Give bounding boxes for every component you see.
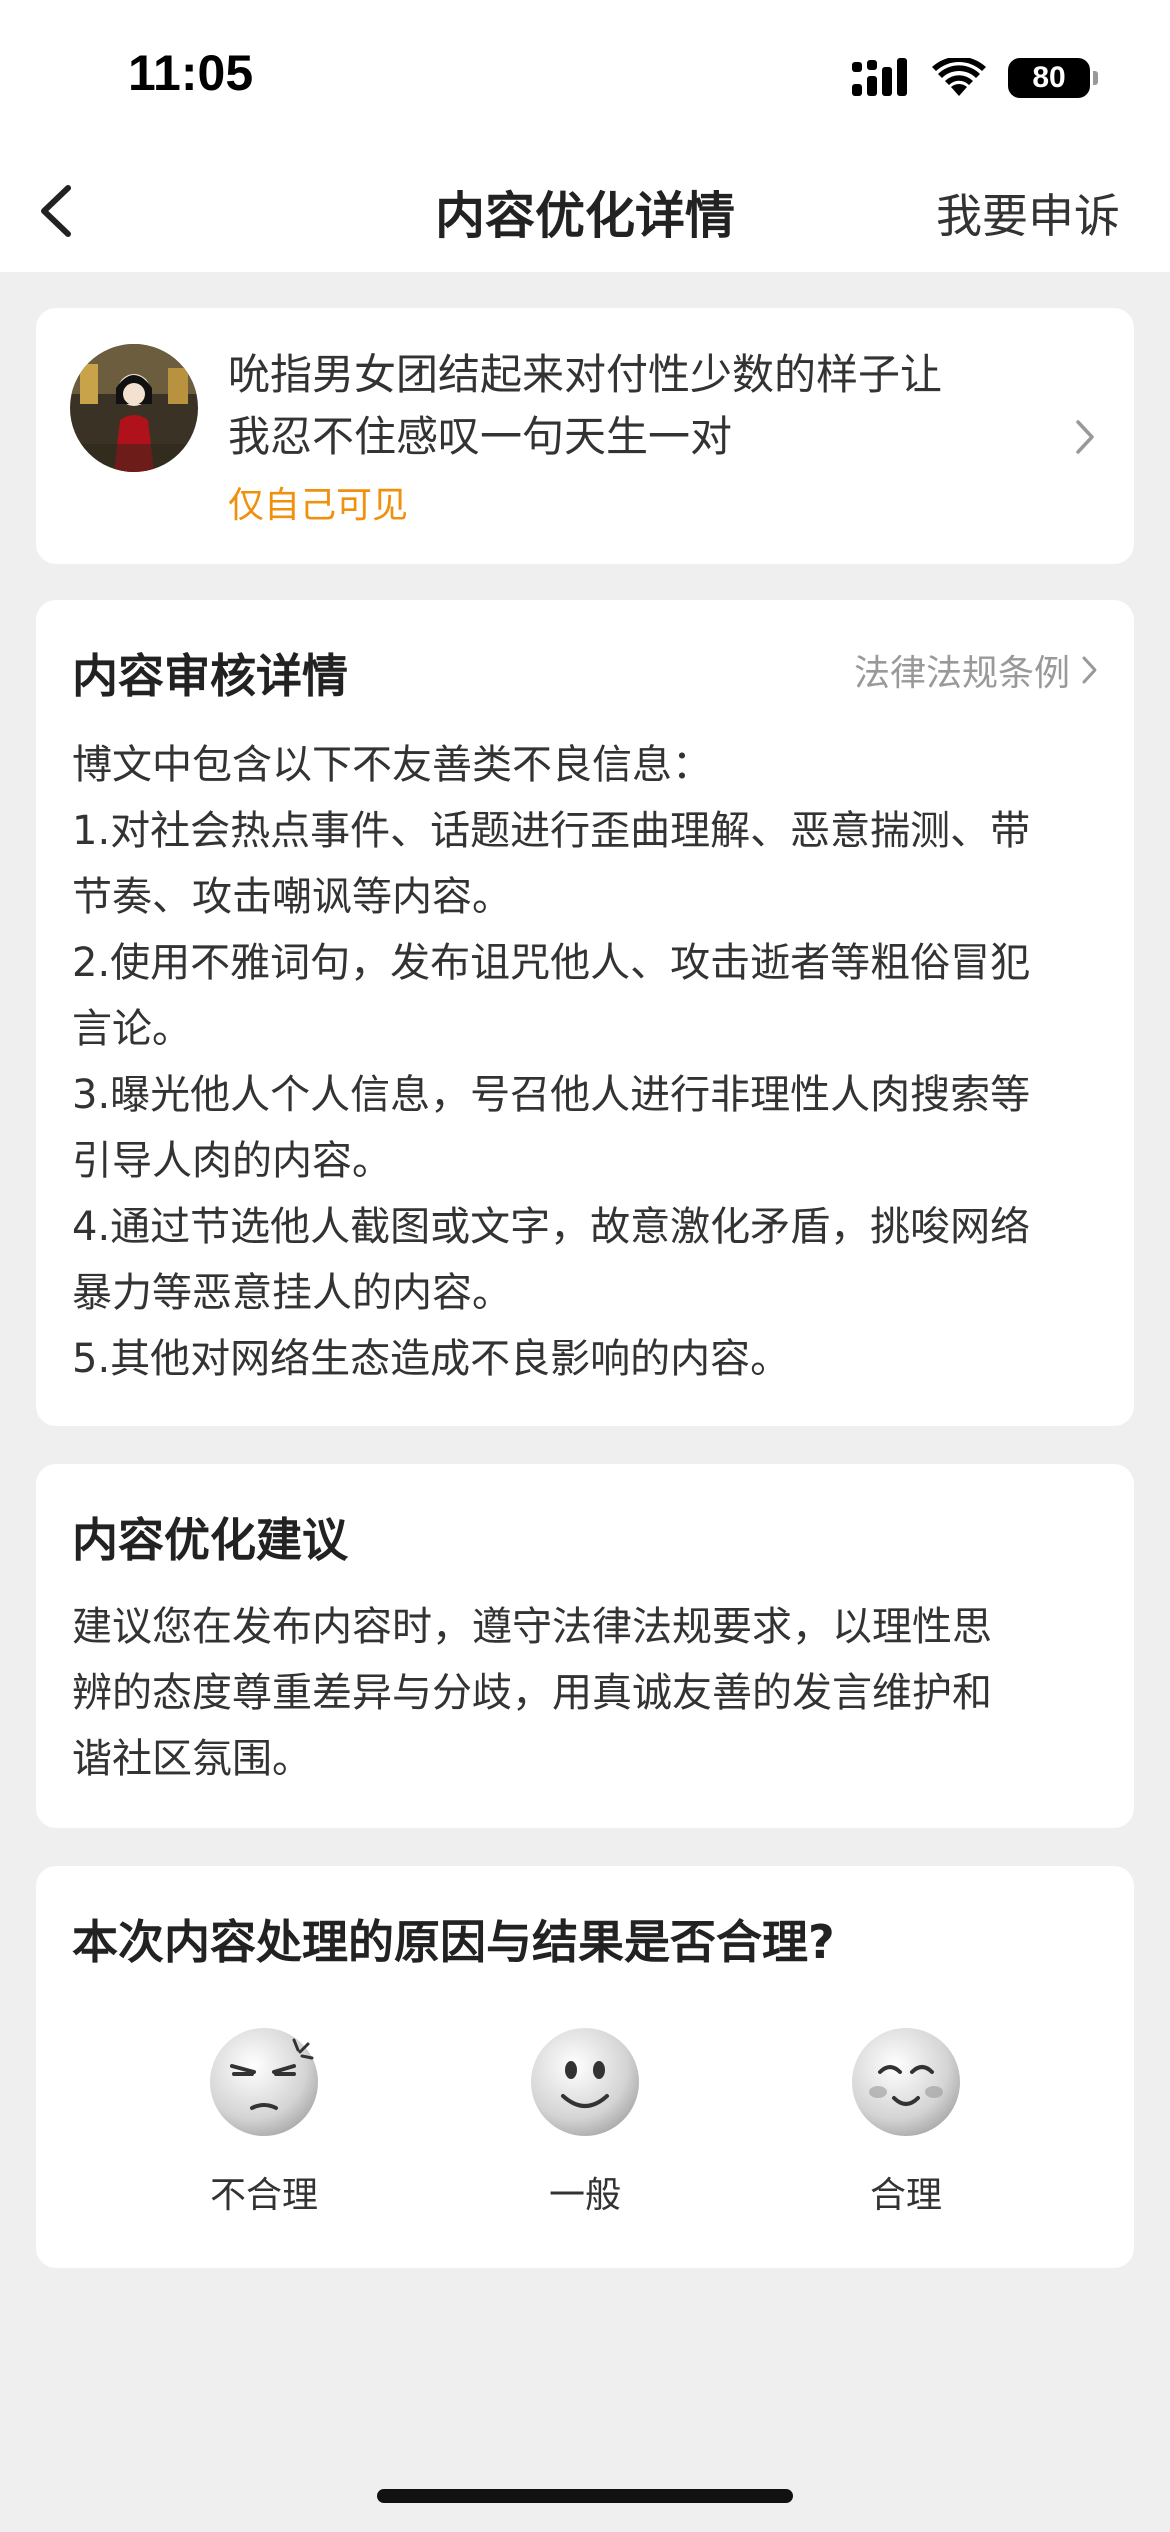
- review-body: 博文中包含以下不友善类不良信息： 1.对社会热点事件、话题进行歪曲理解、恶意揣测…: [72, 732, 1098, 1392]
- review-line: 3.曝光他人个人信息，号召他人进行非理性人肉搜索等: [72, 1072, 1031, 1118]
- happy-face-icon: [852, 2028, 960, 2136]
- chevron-right-icon: [1076, 420, 1094, 454]
- post-text-line: 吮指男女团结起来对付性少数的样子让: [228, 350, 943, 399]
- post-text: 吮指男女团结起来对付性少数的样子让 我忍不住感叹一句天生一对: [228, 344, 1048, 468]
- rate-option-average[interactable]: 一般: [485, 2026, 685, 2218]
- avatar: [70, 344, 198, 472]
- status-bar: 11:05 80: [0, 0, 1170, 150]
- signal-icon: [852, 58, 907, 96]
- review-details-card: 内容审核详情 法律法规条例 博文中包含以下不友善类不良信息： 1.对社会热点事件…: [36, 600, 1134, 1426]
- status-icons: 80: [852, 54, 1098, 102]
- review-line: 节奏、攻击嘲讽等内容。: [72, 874, 512, 920]
- angry-face-icon: [210, 2028, 318, 2136]
- law-regulations-link[interactable]: 法律法规条例: [854, 644, 1100, 696]
- wifi-icon: [932, 58, 986, 96]
- law-link-label: 法律法规条例: [853, 653, 1070, 694]
- rate-option-label: 合理: [869, 2175, 942, 2216]
- review-line: 2.使用不雅词句，发布诅咒他人、攻击逝者等粗俗冒犯: [72, 940, 1031, 986]
- review-line: 5.其他对网络生态造成不良影响的内容。: [72, 1336, 791, 1382]
- home-indicator[interactable]: [377, 2489, 793, 2503]
- review-heading: 内容审核详情: [72, 649, 348, 703]
- rate-option-unreasonable[interactable]: 不合理: [164, 2026, 364, 2218]
- battery-level: 80: [1032, 61, 1066, 94]
- review-line: 博文中包含以下不友善类不良信息：: [72, 742, 712, 788]
- suggestion-line: 谐社区氛围。: [72, 1736, 312, 1782]
- review-line: 1.对社会热点事件、话题进行歪曲理解、恶意揣测、带: [72, 808, 1031, 854]
- suggestion-line: 辨的态度尊重差异与分歧，用真诚友善的发言维护和: [72, 1670, 992, 1716]
- back-arrow-icon[interactable]: [30, 176, 90, 246]
- visibility-label: 仅自己可见: [228, 485, 409, 526]
- review-line: 暴力等恶意挂人的内容。: [72, 1270, 512, 1316]
- rating-question: 本次内容处理的原因与结果是否合理?: [72, 1915, 835, 1969]
- neutral-face-icon: [531, 2028, 639, 2136]
- rate-option-label: 不合理: [209, 2175, 318, 2216]
- suggestion-line: 建议您在发布内容时，遵守法律法规要求，以理性思: [72, 1604, 992, 1650]
- suggestion-heading: 内容优化建议: [72, 1513, 348, 1567]
- battery-indicator: 80: [1008, 58, 1098, 98]
- post-text-line: 我忍不住感叹一句天生一对: [228, 412, 733, 461]
- review-line: 引导人肉的内容。: [72, 1138, 392, 1184]
- appeal-button[interactable]: 我要申诉: [936, 180, 1120, 246]
- suggestion-card: 内容优化建议 建议您在发布内容时，遵守法律法规要求，以理性思 辨的态度尊重差异与…: [36, 1464, 1134, 1828]
- post-card[interactable]: 吮指男女团结起来对付性少数的样子让 我忍不住感叹一句天生一对 仅自己可见: [36, 308, 1134, 564]
- rate-option-reasonable[interactable]: 合理: [806, 2026, 1006, 2218]
- rating-card: 本次内容处理的原因与结果是否合理? 不合理 一般 合理: [36, 1866, 1134, 2268]
- review-line: 言论。: [72, 1006, 192, 1052]
- review-line: 4.通过节选他人截图或文字，故意激化矛盾，挑唆网络: [72, 1204, 1031, 1250]
- suggestion-body: 建议您在发布内容时，遵守法律法规要求，以理性思 辨的态度尊重差异与分歧，用真诚友…: [72, 1594, 1098, 1792]
- nav-bar: 内容优化详情 我要申诉: [0, 150, 1170, 272]
- rate-option-label: 一般: [548, 2175, 621, 2216]
- chevron-right-icon: [1082, 656, 1097, 684]
- status-time: 11:05: [128, 45, 254, 101]
